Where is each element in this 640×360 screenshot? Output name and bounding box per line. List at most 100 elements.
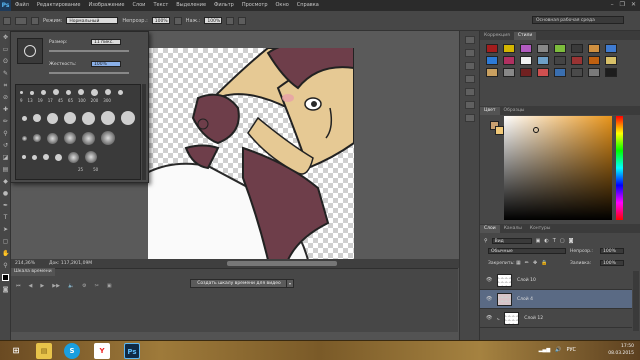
brush-panel-toggle-icon[interactable] — [31, 16, 39, 25]
brush-preset[interactable] — [32, 154, 37, 160]
filter-shape-icon[interactable]: ▢ — [560, 238, 565, 244]
brush-preset[interactable] — [30, 91, 34, 95]
brush-preset[interactable] — [41, 90, 46, 95]
tab-swatches[interactable]: Образцы — [500, 107, 529, 115]
fg-bg-colors[interactable] — [2, 274, 9, 281]
quick-mask-icon[interactable]: ◙ — [2, 286, 9, 293]
brush-preset[interactable] — [82, 131, 95, 145]
brush-preset[interactable] — [118, 90, 123, 95]
layers-opacity-input[interactable]: 100% — [600, 248, 624, 254]
menu-view[interactable]: Просмотр — [238, 0, 272, 11]
quick-select-icon[interactable]: ✎ — [2, 70, 9, 77]
skype-icon[interactable]: S — [64, 343, 80, 359]
layer-row[interactable]: 👁 ⤷ Слой 12 — [480, 309, 632, 328]
tab-layers[interactable]: Слои — [480, 225, 500, 233]
brush-preset[interactable] — [66, 90, 71, 95]
info-panel-icon[interactable] — [464, 114, 475, 122]
clone-stamp-icon[interactable]: ⚲ — [2, 130, 9, 137]
layer-name[interactable]: Слой 12 — [524, 316, 543, 321]
layer-name[interactable]: Слой 10 — [517, 278, 536, 283]
properties-panel-icon[interactable] — [464, 49, 475, 57]
minimize-icon[interactable]: – — [611, 1, 614, 8]
background-color[interactable] — [495, 126, 504, 135]
opacity-input[interactable]: 100% — [151, 17, 170, 24]
menu-layers[interactable]: Слои — [128, 0, 149, 11]
style-swatch[interactable] — [554, 68, 566, 77]
menu-help[interactable]: Справка — [293, 0, 323, 11]
brush-panel-icon[interactable] — [464, 62, 475, 70]
network-icon[interactable]: ▂▄▆ — [539, 347, 551, 353]
explorer-icon[interactable]: ▤ — [36, 343, 52, 359]
menu-filter[interactable]: Фильтр — [210, 0, 238, 11]
size-input[interactable]: 11 пикс. — [91, 39, 121, 45]
style-swatch[interactable] — [537, 44, 549, 53]
brush-preset[interactable] — [22, 115, 27, 121]
brush-preset[interactable] — [33, 134, 41, 142]
style-swatch[interactable] — [503, 56, 515, 65]
split-icon[interactable]: ✂ — [95, 283, 99, 289]
horizontal-scrollbar[interactable] — [227, 261, 337, 266]
menu-type[interactable]: Текст — [149, 0, 172, 11]
prev-frame-icon[interactable]: ◀ — [29, 283, 33, 289]
lock-move-icon[interactable]: ✥ — [533, 260, 537, 266]
type-tool-icon[interactable]: T — [2, 214, 9, 221]
style-swatch[interactable] — [605, 68, 617, 77]
opacity-pressure-icon[interactable] — [173, 16, 182, 25]
eye-icon[interactable]: 👁 — [486, 277, 492, 283]
brush-panel-scrollbar[interactable] — [142, 84, 146, 180]
first-frame-icon[interactable]: ⏮ — [16, 283, 21, 289]
audio-icon[interactable]: 🔈 — [68, 283, 74, 289]
language-indicator[interactable]: РУС — [566, 347, 576, 353]
clock[interactable]: 17:50 08.03.2015 — [608, 343, 634, 357]
menu-image[interactable]: Изображение — [84, 0, 128, 11]
pressure-input[interactable]: 100% — [204, 17, 223, 24]
layers-scrollbar[interactable] — [633, 271, 639, 331]
history-panel-icon[interactable] — [464, 36, 475, 44]
brush-preset[interactable] — [78, 89, 84, 95]
document-canvas[interactable] — [148, 48, 354, 260]
create-timeline-dropdown[interactable]: ▾ — [286, 279, 294, 288]
style-swatch[interactable] — [588, 68, 600, 77]
menu-file[interactable]: Файл — [11, 0, 33, 11]
style-swatch[interactable] — [486, 68, 498, 77]
blur-icon[interactable]: ◆ — [2, 178, 9, 185]
brush-preset[interactable] — [55, 153, 62, 161]
hardness-input[interactable]: 100% — [91, 61, 121, 67]
restore-icon[interactable]: ❐ — [620, 1, 625, 8]
menu-select[interactable]: Выделение — [172, 0, 210, 11]
character-panel-icon[interactable] — [464, 88, 475, 96]
brush-preset[interactable] — [121, 111, 135, 125]
tab-paths[interactable]: Контуры — [526, 225, 555, 233]
brush-preset[interactable] — [33, 114, 41, 122]
brush-preset[interactable] — [43, 154, 49, 160]
yandex-browser-icon[interactable]: Y — [94, 343, 110, 359]
timeline-tab[interactable]: Шкала времени — [11, 268, 55, 276]
layer-row[interactable]: 👁 Слой 10 — [480, 271, 632, 290]
settings-icon[interactable]: ⚙ — [82, 283, 86, 289]
filter-smart-icon[interactable]: ◙ — [569, 238, 574, 244]
brush-preset[interactable] — [22, 155, 26, 159]
brush-preset-picker[interactable] — [15, 16, 27, 25]
transition-icon[interactable]: ▣ — [107, 283, 112, 289]
brush-preset[interactable] — [64, 112, 76, 124]
volume-icon[interactable]: 🔊 — [555, 347, 561, 353]
style-swatch[interactable] — [503, 44, 515, 53]
layer-filter-select[interactable]: Вид — [491, 237, 532, 244]
eraser-icon[interactable]: ◪ — [2, 154, 9, 161]
brush-preset[interactable] — [20, 91, 23, 94]
start-button[interactable]: ⊞ — [8, 343, 24, 359]
filter-adjust-icon[interactable]: ◐ — [544, 238, 548, 244]
brush-preset[interactable] — [85, 151, 97, 163]
tab-adjustments[interactable]: Коррекция — [480, 32, 514, 40]
style-swatch[interactable] — [537, 56, 549, 65]
layer-row-selected[interactable]: 👁 Слой 4 — [480, 290, 632, 309]
size-slider[interactable] — [49, 50, 129, 52]
style-swatch[interactable] — [588, 56, 600, 65]
style-swatch[interactable] — [520, 56, 532, 65]
pen-tool-icon[interactable]: ✒ — [2, 202, 9, 209]
brush-angle-preview[interactable] — [17, 38, 43, 64]
style-swatch[interactable] — [605, 56, 617, 65]
brush-preset[interactable] — [53, 89, 59, 95]
brush-preset[interactable] — [22, 135, 27, 141]
clone-source-icon[interactable] — [464, 75, 475, 83]
